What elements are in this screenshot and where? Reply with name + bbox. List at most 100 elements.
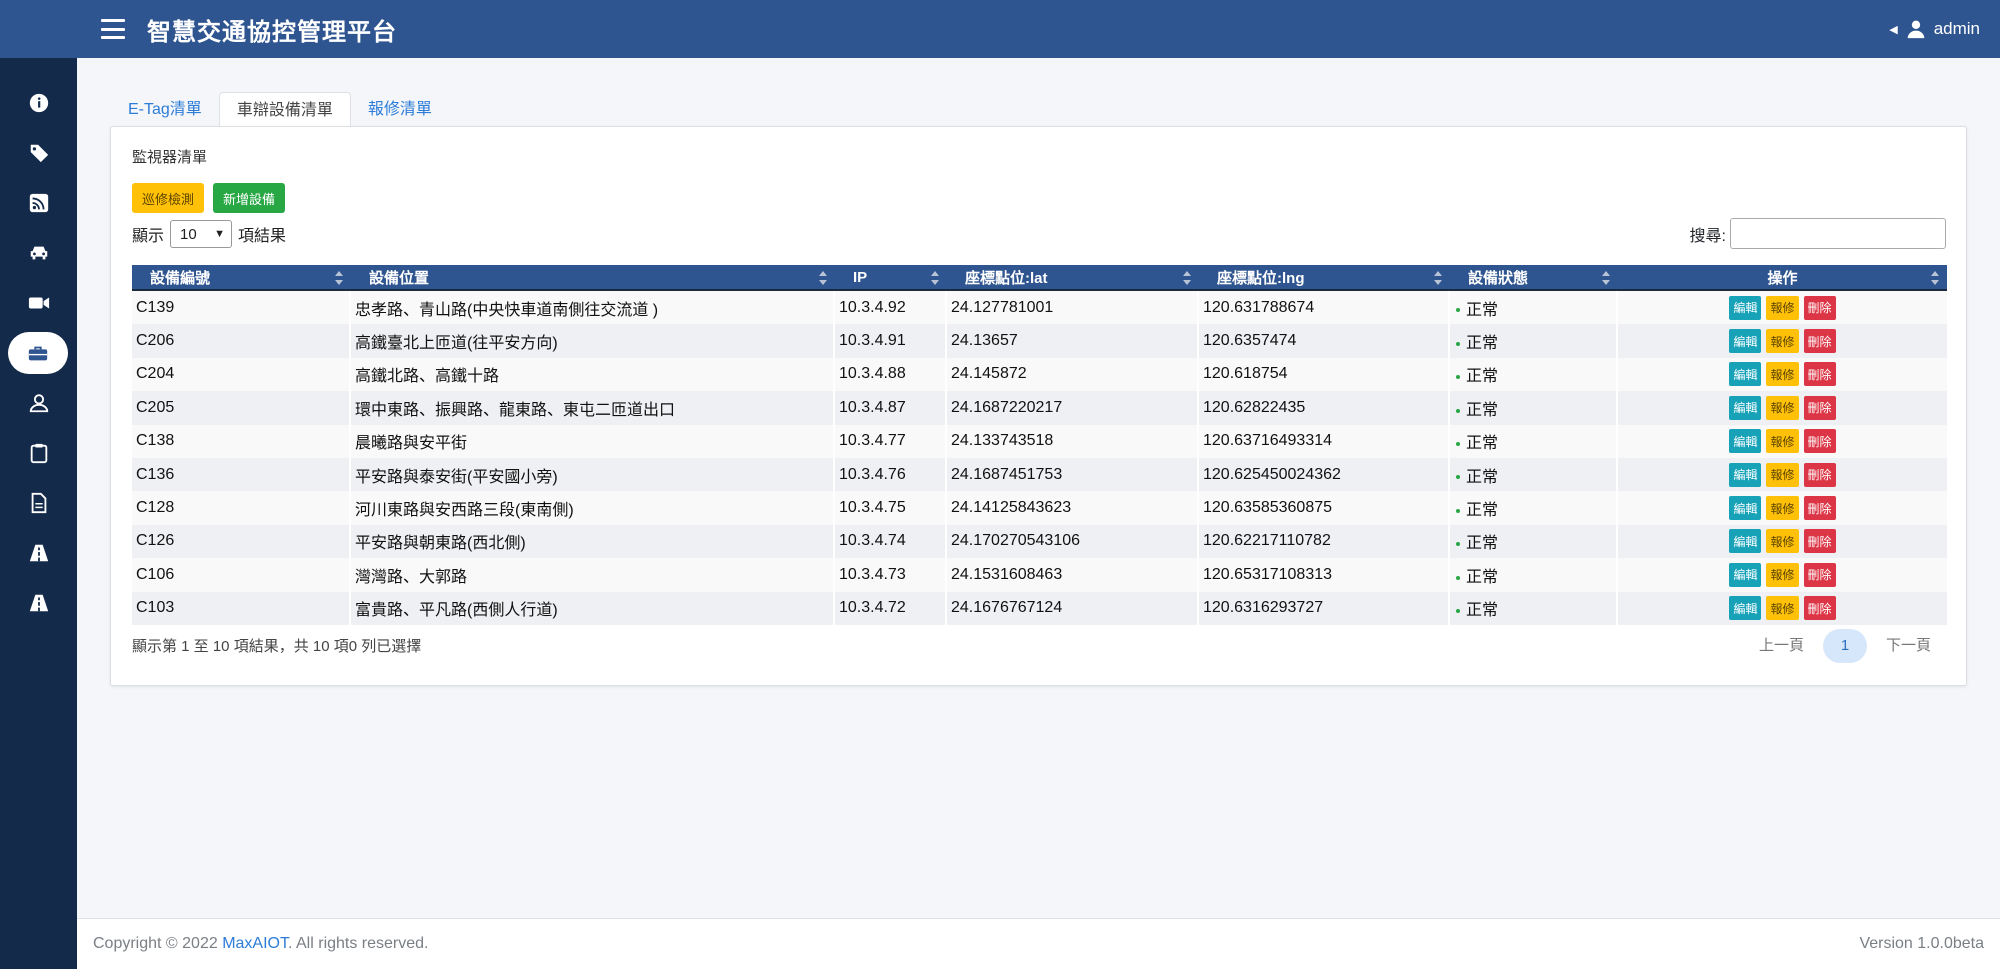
- tab-etag[interactable]: E-Tag清單: [111, 92, 219, 127]
- table-row: C126 平安路與朝東路(西北側) 10.3.4.74 24.170270543106…: [132, 524, 1947, 559]
- sort-icon: [819, 271, 827, 285]
- edit-button[interactable]: 編輯: [1729, 462, 1762, 487]
- repair-button[interactable]: 報修: [1766, 395, 1799, 420]
- cell-lat: 24.1687451753: [947, 457, 1199, 492]
- cell-lng: 120.618754: [1199, 357, 1450, 392]
- cell-actions: 編輯 報修 刪除: [1618, 457, 1947, 492]
- edit-button[interactable]: 編輯: [1729, 362, 1762, 387]
- col-header-ip[interactable]: IP: [835, 265, 947, 291]
- repair-button[interactable]: 報修: [1766, 329, 1799, 354]
- col-header-lng[interactable]: 座標點位:lng: [1199, 265, 1450, 291]
- cell-lat: 24.14125843623: [947, 491, 1199, 525]
- repair-button[interactable]: 報修: [1766, 496, 1799, 521]
- table-row: C139 忠孝路、青山路(中央快車道南側往交流道 ) 10.3.4.92 24.127…: [132, 291, 1947, 325]
- next-page-button[interactable]: 下一頁: [1871, 629, 1946, 663]
- status-text: 正常: [1466, 502, 1499, 520]
- tab-equipment[interactable]: 車辯設備清單: [218, 92, 351, 127]
- search-input[interactable]: [1730, 218, 1946, 249]
- cell-lng: 120.6357474: [1199, 324, 1450, 358]
- sidebar-item-user[interactable]: [0, 382, 77, 424]
- cell-status: 正常: [1450, 524, 1618, 559]
- sidebar-item-clipboard[interactable]: [0, 432, 77, 474]
- top-header: 智慧交通協控管理平台 ◀ admin: [77, 0, 2000, 58]
- cell-lat: 24.170270543106: [947, 524, 1199, 559]
- page-length-select[interactable]: 10 ▼: [170, 220, 233, 248]
- delete-button[interactable]: 刪除: [1803, 329, 1836, 354]
- cell-actions: 編輯 報修 刪除: [1618, 558, 1947, 592]
- sidebar-item-vehicle[interactable]: [0, 232, 77, 274]
- edit-button[interactable]: 編輯: [1729, 496, 1762, 521]
- cell-id: C139: [132, 291, 351, 325]
- sidebar-item-road-1[interactable]: [0, 532, 77, 574]
- repair-button[interactable]: 報修: [1766, 462, 1799, 487]
- delete-button[interactable]: 刪除: [1803, 395, 1836, 420]
- cell-lat: 24.1687220217: [947, 391, 1199, 425]
- edit-button[interactable]: 編輯: [1729, 529, 1762, 554]
- edit-button[interactable]: 編輯: [1729, 295, 1762, 320]
- cell-lat: 24.1676767124: [947, 591, 1199, 625]
- cell-actions: 編輯 報修 刪除: [1618, 591, 1947, 625]
- length-suffix: 項結果: [238, 228, 287, 245]
- cell-location: 平安路與朝東路(西北側): [351, 524, 835, 559]
- sidebar-item-camera[interactable]: [0, 282, 77, 324]
- prev-page-button[interactable]: 上一頁: [1744, 629, 1819, 663]
- tab-repair[interactable]: 報修清單: [351, 92, 449, 127]
- cell-lng: 120.62217110782: [1199, 524, 1450, 559]
- col-header-location[interactable]: 設備位置: [351, 265, 835, 291]
- delete-button[interactable]: 刪除: [1803, 362, 1836, 387]
- edit-button[interactable]: 編輯: [1729, 596, 1762, 621]
- col-header-status[interactable]: 設備狀態: [1450, 265, 1618, 291]
- menu-toggle-icon[interactable]: [101, 19, 125, 39]
- col-header-id[interactable]: 設備編號: [132, 265, 351, 291]
- tag-icon: [29, 144, 48, 163]
- clipboard-icon: [30, 443, 47, 464]
- delete-button[interactable]: 刪除: [1803, 596, 1836, 621]
- username: admin: [1933, 19, 1980, 38]
- inspect-button[interactable]: 巡修檢測: [132, 183, 205, 213]
- edit-button[interactable]: 編輯: [1729, 395, 1762, 420]
- sort-icon: [931, 271, 939, 285]
- cell-lat: 24.133743518: [947, 424, 1199, 458]
- cell-actions: 編輯 報修 刪除: [1618, 491, 1947, 525]
- user-menu[interactable]: ◀ admin: [1889, 0, 1980, 58]
- cell-lng: 120.65317108313: [1199, 558, 1450, 592]
- col-header-actions[interactable]: 操作: [1618, 265, 1947, 291]
- sidebar-item-road-2[interactable]: [0, 582, 77, 624]
- repair-button[interactable]: 報修: [1766, 529, 1799, 554]
- page-number-button[interactable]: 1: [1822, 629, 1867, 663]
- delete-button[interactable]: 刪除: [1803, 496, 1836, 521]
- sidebar-item-etag[interactable]: [0, 132, 77, 174]
- cell-ip: 10.3.4.87: [835, 391, 947, 425]
- cell-ip: 10.3.4.74: [835, 524, 947, 559]
- edit-button[interactable]: 編輯: [1729, 429, 1762, 454]
- add-device-button[interactable]: 新增設備: [213, 183, 286, 213]
- delete-button[interactable]: 刪除: [1803, 462, 1836, 487]
- delete-button[interactable]: 刪除: [1803, 529, 1836, 554]
- edit-button[interactable]: 編輯: [1729, 329, 1762, 354]
- delete-button[interactable]: 刪除: [1803, 562, 1836, 587]
- repair-button[interactable]: 報修: [1766, 295, 1799, 320]
- repair-button[interactable]: 報修: [1766, 429, 1799, 454]
- cell-lat: 24.127781001: [947, 291, 1199, 325]
- sidebar-item-equipment[interactable]: [8, 332, 68, 374]
- edit-button[interactable]: 編輯: [1729, 562, 1762, 587]
- delete-button[interactable]: 刪除: [1803, 295, 1836, 320]
- status-dot-icon: [1456, 408, 1460, 413]
- repair-button[interactable]: 報修: [1766, 562, 1799, 587]
- cell-actions: 編輯 報修 刪除: [1618, 357, 1947, 392]
- cell-ip: 10.3.4.88: [835, 357, 947, 392]
- cell-actions: 編輯 報修 刪除: [1618, 324, 1947, 358]
- page-length-value: 10: [180, 225, 197, 243]
- delete-button[interactable]: 刪除: [1803, 429, 1836, 454]
- sidebar-item-feed[interactable]: [0, 182, 77, 224]
- repair-button[interactable]: 報修: [1766, 596, 1799, 621]
- col-header-lat[interactable]: 座標點位:lat: [947, 265, 1199, 291]
- cell-location: 富貴路、平凡路(西側人行道): [351, 591, 835, 625]
- repair-button[interactable]: 報修: [1766, 362, 1799, 387]
- cell-status: 正常: [1450, 491, 1618, 525]
- cell-location: 平安路與泰安街(平安國小旁): [351, 457, 835, 492]
- sidebar-item-document[interactable]: [0, 482, 77, 524]
- cell-status: 正常: [1450, 291, 1618, 325]
- brand-link[interactable]: MaxAIOT: [222, 935, 288, 952]
- sidebar-item-info[interactable]: [0, 82, 77, 124]
